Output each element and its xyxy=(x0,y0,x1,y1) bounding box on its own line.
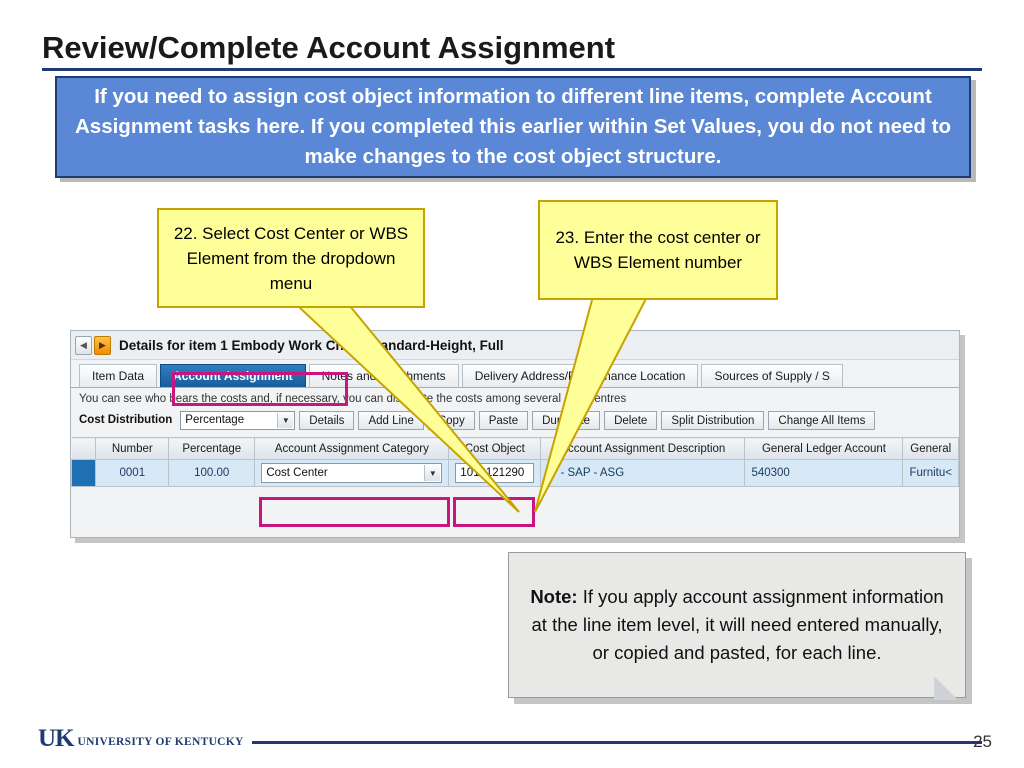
duplicate-button[interactable]: Duplicate xyxy=(532,410,601,430)
callout-step-22-text: 22. Select Cost Center or WBS Element fr… xyxy=(173,223,409,293)
column-header-account-assignment-description: Account Assignment Description xyxy=(540,437,746,460)
note-text: If you apply account assignment informat… xyxy=(531,586,944,663)
cell-general-ledger-account: 540300 xyxy=(744,459,904,487)
tab-sources-of-supply[interactable]: Sources of Supply / S xyxy=(701,364,843,387)
tab-item-data[interactable]: Item Data xyxy=(79,364,158,387)
details-button[interactable]: Details xyxy=(299,410,355,430)
column-header-general: General xyxy=(902,437,959,460)
footer-divider xyxy=(252,741,982,744)
column-header-select xyxy=(71,437,97,460)
chevron-left-icon[interactable]: ◀ xyxy=(75,335,92,355)
instruction-banner: If you need to assign cost object inform… xyxy=(55,76,971,178)
title-divider xyxy=(42,68,982,71)
callout-step-22: 22. Select Cost Center or WBS Element fr… xyxy=(157,208,425,308)
uk-logo-wordmark: UNIVERSITY OF KENTUCKY xyxy=(77,736,244,748)
account-assignment-category-select[interactable]: Cost Center ▼ xyxy=(261,463,443,483)
column-header-general-ledger-account: General Ledger Account xyxy=(744,437,904,460)
column-header-percentage: Percentage xyxy=(168,437,256,460)
sap-tab-bar: Item Data Account Assignment Notes and A… xyxy=(71,360,959,388)
instruction-banner-text: If you need to assign cost object inform… xyxy=(75,85,951,168)
note-box-fold-corner xyxy=(934,676,958,700)
split-distribution-button[interactable]: Split Distribution xyxy=(661,410,765,430)
cell-account-assignment-description: IT - SAP - ASG xyxy=(540,459,746,487)
row-select-marker[interactable] xyxy=(71,459,97,487)
add-line-button[interactable]: Add Line xyxy=(358,410,424,430)
copy-button[interactable]: Copy xyxy=(427,410,475,430)
paste-button[interactable]: Paste xyxy=(478,410,529,430)
change-all-items-button[interactable]: Change All Items xyxy=(768,410,876,430)
tab-account-assignment[interactable]: Account Assignment xyxy=(160,364,306,387)
delete-button[interactable]: Delete xyxy=(604,410,658,430)
chevron-down-icon: ▼ xyxy=(424,465,441,481)
cell-number: 0001 xyxy=(95,459,170,487)
uk-logo: UK UNIVERSITY OF KENTUCKY xyxy=(38,725,244,752)
tab-delivery-address[interactable]: Delivery Address/Performance Location xyxy=(461,364,699,387)
cell-cost-object[interactable]: 1012121290 xyxy=(448,459,542,487)
column-header-account-assignment-category: Account Assignment Category xyxy=(254,437,450,460)
account-assignment-category-value: Cost Center xyxy=(266,467,328,479)
table-header-row: Number Percentage Account Assignment Cat… xyxy=(71,437,959,460)
cost-object-input[interactable]: 1012121290 xyxy=(455,463,535,483)
tab-notes-and-attachments[interactable]: Notes and Attachments xyxy=(308,364,459,387)
sap-toolbar: Cost Distribution Percentage ▼ Details A… xyxy=(71,408,959,432)
cell-general: Furnitu< xyxy=(902,459,959,487)
callout-step-23-text: 23. Enter the cost center or WBS Element… xyxy=(555,228,761,272)
chevron-right-icon[interactable]: ▶ xyxy=(94,335,111,355)
column-header-number: Number xyxy=(95,437,170,460)
sap-screenshot: ◀ ▶ Details for item 1 Embody Work Chair… xyxy=(70,330,960,538)
cost-distribution-select[interactable]: Percentage ▼ xyxy=(180,410,296,430)
sap-help-text: You can see who bears the costs and, if … xyxy=(79,393,627,405)
cell-account-assignment-category[interactable]: Cost Center ▼ xyxy=(254,459,450,487)
cell-percentage: 100.00 xyxy=(168,459,256,487)
sap-item-header: ◀ ▶ Details for item 1 Embody Work Chair… xyxy=(71,331,959,360)
chevron-down-icon: ▼ xyxy=(277,412,294,428)
callout-step-23: 23. Enter the cost center or WBS Element… xyxy=(538,200,778,300)
page-title: Review/Complete Account Assignment xyxy=(42,30,616,65)
sap-item-header-title: Details for item 1 Embody Work Chair, St… xyxy=(119,337,504,353)
note-box: Note: If you apply account assignment in… xyxy=(508,552,966,698)
account-assignment-table: Number Percentage Account Assignment Cat… xyxy=(71,437,959,487)
page-number: 25 xyxy=(973,732,992,751)
cost-distribution-value: Percentage xyxy=(185,414,245,426)
uk-logo-mark: UK xyxy=(38,725,74,752)
column-header-cost-object: Cost Object xyxy=(448,437,542,460)
note-label: Note: xyxy=(530,586,578,607)
table-row[interactable]: 0001 100.00 Cost Center ▼ 1012121290 IT … xyxy=(71,459,959,487)
cost-distribution-label: Cost Distribution xyxy=(79,414,173,426)
